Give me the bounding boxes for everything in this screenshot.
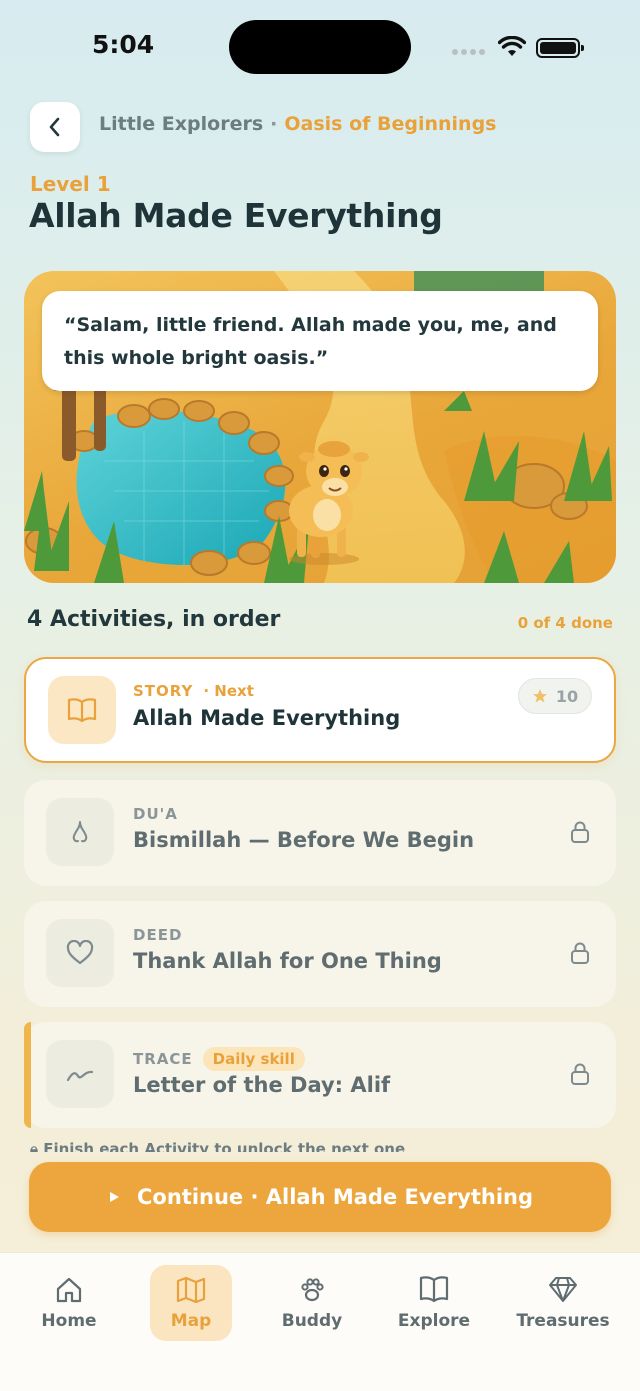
- wifi-icon: [498, 36, 526, 56]
- tab-home[interactable]: Home: [28, 1265, 110, 1341]
- cellular-signal-icon: [452, 49, 486, 55]
- tab-buddy-label: Buddy: [281, 1311, 343, 1331]
- daily-skill-tag: Daily skill: [202, 1047, 305, 1071]
- activity-icon-box: [48, 676, 116, 744]
- activity-kind-label: TRACE: [133, 1050, 193, 1068]
- book-icon: [419, 1276, 449, 1303]
- activity-kind: DU'A: [133, 805, 178, 823]
- dynamic-island: [229, 20, 411, 74]
- activity-card-deed[interactable]: DEED Thank Allah for One Thing: [24, 901, 616, 1007]
- status-bar: 5:04: [0, 0, 640, 96]
- activity-name: Thank Allah for One Thing: [133, 949, 442, 973]
- breadcrumb-current: Oasis of Beginnings: [284, 113, 497, 135]
- map-icon: [176, 1276, 206, 1304]
- tab-explore[interactable]: Explore: [393, 1265, 475, 1341]
- activity-kind: STORY · Next: [133, 682, 254, 700]
- tab-bar: Home Map Buddy Explore Treasures: [0, 1252, 640, 1391]
- tab-map[interactable]: Map: [150, 1265, 232, 1341]
- activity-icon-box: [46, 1040, 114, 1108]
- tab-explore-label: Explore: [397, 1311, 471, 1331]
- activities-progress: 0 of 4 done: [517, 614, 613, 632]
- activity-kind: TRACE Daily skill: [133, 1047, 305, 1071]
- activity-card-dua[interactable]: DU'A Bismillah — Before We Begin: [24, 780, 616, 886]
- back-button[interactable]: [30, 102, 80, 152]
- activity-name: Letter of the Day: Alif: [133, 1073, 391, 1097]
- battery-icon: [536, 38, 584, 58]
- daily-accent-bar: [24, 1022, 31, 1128]
- points-value: 10: [555, 686, 579, 706]
- star-icon: [532, 689, 547, 703]
- trace-icon: [66, 1070, 94, 1082]
- tab-treasures[interactable]: Treasures: [516, 1265, 610, 1341]
- activity-name: Bismillah — Before We Begin: [133, 828, 475, 852]
- activity-icon-box: [46, 919, 114, 987]
- level-label: Level 1: [30, 172, 111, 196]
- breadcrumb-parent[interactable]: Little Explorers: [99, 113, 263, 135]
- gem-icon: [549, 1277, 577, 1302]
- status-icons: [452, 34, 584, 60]
- page-title: Allah Made Everything: [29, 196, 443, 235]
- activities-section-title: 4 Activities, in order: [27, 607, 281, 632]
- tab-treasures-label: Treasures: [516, 1311, 610, 1331]
- unlock-hint: 🔒︎ Finish each Activity to unlock the ne…: [30, 1140, 405, 1152]
- hint-text: Finish each Activity to unlock the next …: [43, 1140, 406, 1152]
- chevron-left-icon: [49, 117, 60, 137]
- continue-button[interactable]: Continue · Allah Made Everything: [29, 1162, 611, 1232]
- tab-buddy[interactable]: Buddy: [271, 1265, 353, 1341]
- activity-kind-label: STORY: [133, 682, 194, 700]
- lock-icon: [571, 821, 589, 843]
- status-time: 5:04: [92, 30, 155, 59]
- activity-icon-box: [46, 798, 114, 866]
- hero-illustration: “Salam, little friend. Allah made you, m…: [24, 271, 616, 583]
- activity-name: Allah Made Everything: [133, 706, 401, 730]
- lock-icon: [571, 1063, 589, 1085]
- tab-home-label: Home: [41, 1311, 97, 1331]
- continue-button-label: Continue · Allah Made Everything: [137, 1185, 533, 1209]
- points-badge: 10: [518, 678, 592, 714]
- activity-card-story[interactable]: STORY · Next Allah Made Everything 10: [24, 657, 616, 763]
- heart-icon: [66, 940, 94, 965]
- home-icon: [56, 1277, 82, 1303]
- drop-icon: [72, 821, 88, 843]
- next-tag: · Next: [203, 682, 254, 700]
- paw-icon: [301, 1278, 324, 1302]
- activity-kind: DEED: [133, 926, 183, 944]
- breadcrumb: Little Explorers · Oasis of Beginnings: [99, 113, 497, 135]
- breadcrumb-separator: ·: [270, 113, 278, 135]
- book-icon: [67, 698, 97, 723]
- lock-icon: [571, 942, 589, 964]
- activity-card-trace[interactable]: TRACE Daily skill Letter of the Day: Alif: [24, 1022, 616, 1128]
- tab-map-label: Map: [170, 1311, 212, 1331]
- hint-lock-icon: 🔒︎: [30, 1140, 44, 1152]
- speech-bubble: “Salam, little friend. Allah made you, m…: [42, 291, 598, 391]
- play-icon: [110, 1192, 119, 1202]
